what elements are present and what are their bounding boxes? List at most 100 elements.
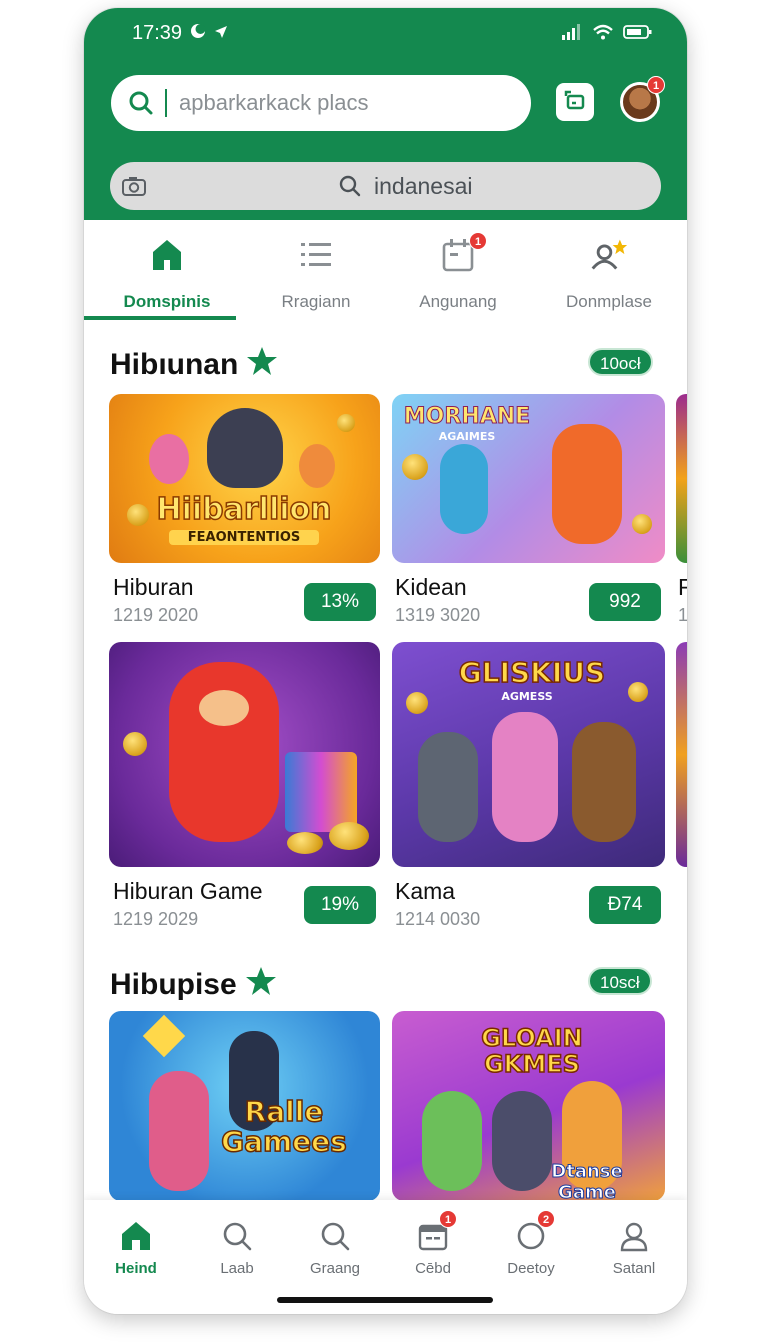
coin-decoration [329,822,369,850]
secondary-search-bar[interactable]: indanesai [110,162,661,210]
game-meta: 1219 2029 [113,909,199,929]
game-name: Hiburan Game [113,878,263,904]
nav-item-laab[interactable]: Laab [187,1200,287,1290]
nav-label: Laab [220,1260,254,1277]
tab-label: Domspinis [123,292,211,311]
tab-donmplase[interactable]: Donmplase [534,220,684,320]
nav-item-satanl[interactable]: Satanl [584,1200,684,1290]
tab-angunang[interactable]: 1 Angunang [383,220,533,320]
signal-icon [561,24,583,45]
search-cursor [165,89,167,117]
section-more-pill[interactable]: 10ocł [588,348,653,376]
nav-item-cebd[interactable]: 1 Cēbd [383,1200,483,1290]
search-placeholder: apbarkarkack placs [179,90,369,115]
fox-character [552,424,622,544]
art-subtitle: AGAIMES [438,430,496,443]
tab-label: Rragiann [281,292,351,311]
green-bear-character [422,1091,482,1191]
game-card-image[interactable]: GLOAIN GKMES Dtanse Game [392,1011,665,1201]
nav-label: Graang [309,1260,361,1277]
nav-item-deetoy[interactable]: 2 Deetoy [481,1200,581,1290]
coin-decoration [402,454,428,480]
active-tab-indicator [84,316,236,320]
bear-character [207,408,283,488]
game-card-image-peek[interactable] [676,642,687,867]
game-stat-pill[interactable]: 992 [589,583,661,621]
list-icon [297,236,335,274]
art-title: GLOAIN GKMES [481,1024,584,1078]
status-bar-right [561,24,653,45]
game-stat-pill[interactable]: Ð74 [589,886,661,924]
wifi-icon [593,24,613,45]
tab-label: Donmplase [566,292,652,311]
section-title-text: Hibıunan [110,348,239,381]
scan-button[interactable] [556,83,594,121]
art-title: GLISKIUS [458,655,606,690]
coin-decoration [337,414,355,432]
star-icon [246,346,278,384]
category-tabs: Domspinis Rragiann 1 Angunang Donmplase [84,220,687,320]
game-meta-peek: 1 [678,605,687,625]
location-arrow-icon [214,22,228,45]
coin-decoration [632,514,652,534]
nav-label: Heind [115,1260,157,1277]
bear-hat-character [572,722,636,842]
battery-icon [623,24,653,45]
status-bar-left: 17:39 [132,22,228,45]
bear-face [199,690,249,726]
tab-rragiann[interactable]: Rragiann [241,220,391,320]
status-time: 17:39 [132,22,183,44]
art-subtitle: FEAONTENTIOS [169,530,319,545]
section-title: Hibupise [110,966,277,1004]
home-icon [148,236,186,274]
home-icon [118,1218,154,1254]
art-title: MORHANE [403,404,531,430]
user-icon [616,1218,652,1254]
game-card-image[interactable] [109,642,380,867]
art-title: Hiibarllion [156,491,333,528]
red-bear-character [169,662,279,842]
moon-icon [190,22,206,45]
girl-character [149,1071,209,1191]
search-alt-icon [317,1218,353,1254]
nav-badge: 1 [439,1210,457,1228]
tab-label: Angunang [419,292,497,311]
orange-character [299,444,335,488]
game-card-image[interactable]: GLISKIUS AGMESS [392,642,665,867]
section-title-text: Hibupise [110,968,237,1001]
art-title: Ralle Gamees [220,1095,347,1158]
profile-badge: 1 [647,76,665,94]
game-meta: 1319 3020 [395,605,481,625]
star-icon [245,966,277,1004]
search-input[interactable]: apbarkarkack placs [111,75,531,131]
game-card-image[interactable]: MORHANE AGAIMES [392,394,665,563]
nav-item-heind[interactable]: Heind [86,1200,186,1290]
search-icon [117,75,165,131]
camera-icon[interactable] [120,172,148,200]
nav-item-graang[interactable]: Graang [285,1200,385,1290]
art-subtitle: Dtanse Game [551,1161,623,1202]
tab-domspinis[interactable]: Domspinis [92,220,242,320]
secondary-search-text: indanesai [374,172,473,199]
home-indicator[interactable] [277,1297,493,1303]
game-name: Kama [395,878,456,904]
app-header: 17:39 apbarkarkack placs 1 indanesai [84,8,687,220]
game-name: Kidean [395,574,467,600]
tab-badge: 1 [469,232,487,250]
game-stat-pill[interactable]: 13% [304,583,376,621]
search-icon [219,1218,255,1254]
game-meta: 1219 2020 [113,605,199,625]
pink-character [149,434,189,484]
game-card-image[interactable]: Hiibarllion FEAONTENTIOS [109,394,380,563]
game-card-image[interactable]: Ralle Gamees [109,1011,380,1201]
kid-character [440,444,488,534]
nav-label: Satanl [612,1260,656,1277]
game-stat-pill[interactable]: 19% [304,886,376,924]
game-card-image-peek[interactable] [676,394,687,563]
section-more-pill[interactable]: 10scł [588,967,652,995]
game-name: Hiburan [113,574,194,600]
art-subtitle: AGMESS [501,690,553,703]
section-title: Hibıunan [110,346,278,384]
nav-label: Cēbd [415,1260,451,1277]
game-meta: 1214 0030 [395,909,481,929]
